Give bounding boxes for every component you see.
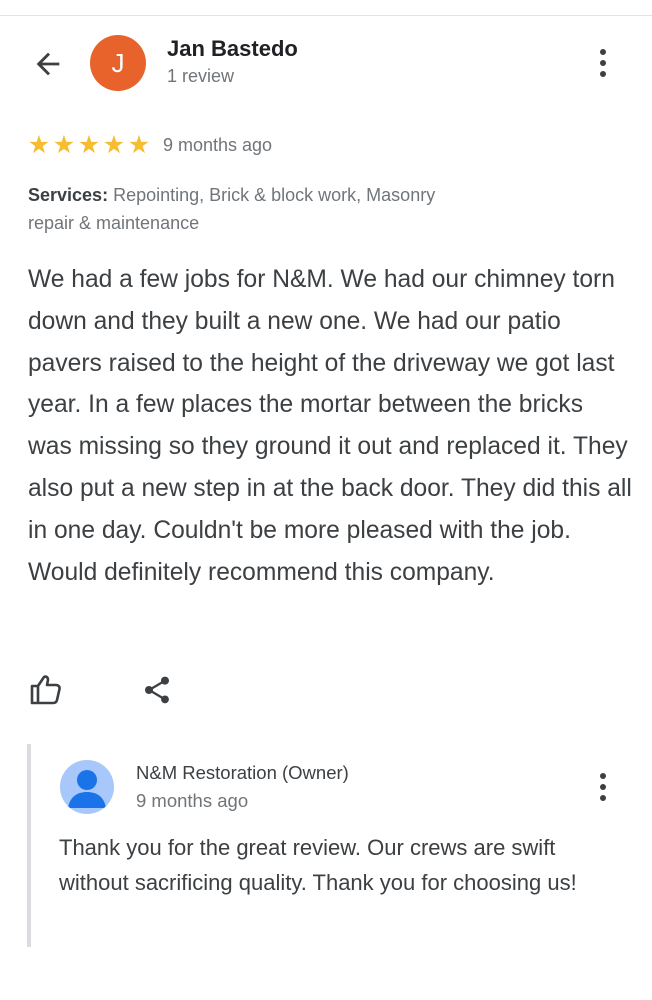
review-more-options-button[interactable] <box>588 43 618 83</box>
owner-reply-time: 9 months ago <box>136 790 249 811</box>
like-button[interactable] <box>26 670 66 710</box>
top-divider <box>0 15 652 16</box>
review-time: 9 months ago <box>163 134 273 155</box>
owner-reply-indicator-bar <box>27 744 31 947</box>
star-icon: ★ <box>127 131 151 159</box>
reviewer-name[interactable]: Jan Bastedo <box>167 36 298 62</box>
star-rating: ★ ★ ★ ★ ★ <box>27 131 151 159</box>
reviewer-review-count: 1 review <box>167 66 235 86</box>
star-icon: ★ <box>52 131 76 159</box>
services-label: Services: <box>28 185 109 205</box>
reply-more-options-button[interactable] <box>588 767 618 807</box>
arrow-back-icon <box>36 52 60 76</box>
thumbs-up-icon <box>30 675 61 705</box>
star-icon: ★ <box>77 131 101 159</box>
reviewer-initial: J <box>111 47 125 78</box>
star-icon: ★ <box>27 131 51 159</box>
services-line: Services: Repointing, Brick & block work… <box>28 181 448 237</box>
share-icon <box>145 676 169 704</box>
more-vert-icon <box>600 49 606 55</box>
share-button[interactable] <box>137 670 177 710</box>
reviewer-avatar[interactable]: J <box>90 35 146 91</box>
back-button[interactable] <box>28 44 68 84</box>
more-vert-icon <box>600 773 606 779</box>
rating-row: ★ ★ ★ ★ ★ 9 months ago <box>27 131 272 159</box>
owner-avatar <box>60 760 114 814</box>
owner-name: N&M Restoration (Owner) <box>136 762 349 783</box>
owner-reply-text: Thank you for the great review. Our crew… <box>59 835 577 895</box>
review-text: We had a few jobs for N&M. We had our ch… <box>28 266 632 586</box>
star-icon: ★ <box>102 131 126 159</box>
person-icon <box>68 770 106 808</box>
